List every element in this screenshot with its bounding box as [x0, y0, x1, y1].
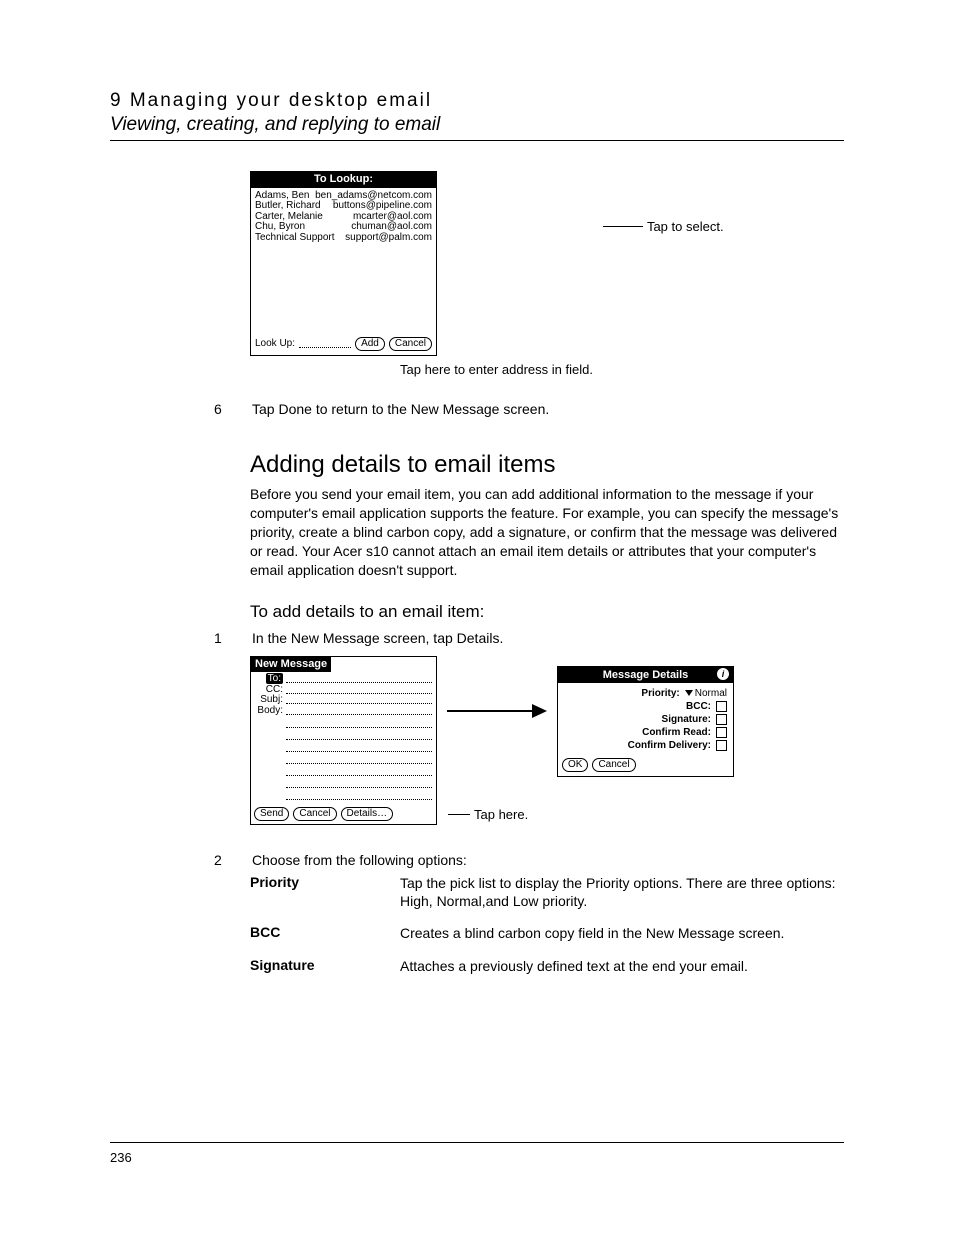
to-label: To:	[266, 673, 283, 684]
message-details-title: Message Details	[603, 669, 689, 681]
option-term: Priority	[250, 874, 380, 910]
section-paragraph: Before you send your email item, you can…	[250, 485, 844, 579]
bcc-label: BCC:	[686, 701, 711, 712]
option-term: Signature	[250, 957, 380, 975]
lookup-caption: Tap here to enter address in field.	[400, 362, 593, 377]
chapter-title: 9 Managing your desktop email	[110, 90, 844, 112]
contact-row[interactable]: Butler, Richardbuttons@pipeline.com	[255, 201, 432, 212]
contact-row[interactable]: Technical Supportsupport@palm.com	[255, 233, 432, 244]
body-line[interactable]	[286, 756, 432, 764]
step-text: Tap Done to return to the New Message sc…	[252, 401, 549, 417]
bcc-checkbox[interactable]	[716, 701, 727, 712]
new-message-title: New Message	[251, 657, 331, 673]
lookup-screen: To Lookup: Adams, Benben_adams@netcom.co…	[250, 171, 437, 356]
body-line[interactable]	[286, 732, 432, 740]
ok-button[interactable]: OK	[562, 758, 588, 772]
tap-to-select-callout: Tap to select.	[603, 219, 724, 234]
step-text: Choose from the following options:	[252, 852, 467, 868]
option-def: Tap the pick list to display the Priorit…	[400, 874, 844, 910]
option-term: BCC	[250, 924, 380, 942]
step-number: 1	[214, 630, 226, 646]
cc-field[interactable]	[286, 686, 432, 694]
lookup-input[interactable]	[299, 340, 351, 348]
step-text: In the New Message screen, tap Details.	[252, 630, 503, 646]
page-number: 236	[110, 1150, 132, 1165]
header-rule	[110, 140, 844, 141]
contact-row[interactable]: Chu, Byronchuman@aol.com	[255, 222, 432, 233]
body-line[interactable]	[286, 780, 432, 788]
body-line[interactable]	[286, 792, 432, 800]
step-number: 2	[214, 852, 226, 868]
body-line[interactable]	[286, 744, 432, 752]
cancel-button[interactable]: Cancel	[389, 337, 432, 351]
step-number: 6	[214, 401, 226, 417]
body-line[interactable]	[286, 768, 432, 776]
details-button[interactable]: Details…	[341, 807, 394, 821]
subj-label: Subj:	[255, 695, 283, 706]
tap-here-callout: Tap here.	[448, 807, 844, 822]
confirm-read-label: Confirm Read:	[642, 727, 711, 738]
body-label: Body:	[255, 706, 283, 717]
send-button[interactable]: Send	[254, 807, 289, 821]
confirm-read-checkbox[interactable]	[716, 727, 727, 738]
arrow-icon	[447, 696, 547, 726]
chevron-down-icon	[685, 690, 693, 696]
section-heading: Adding details to email items	[250, 451, 844, 479]
confirm-delivery-checkbox[interactable]	[716, 740, 727, 751]
new-message-screen: New Message To: CC: Subj: Body:	[250, 656, 437, 826]
message-details-screen: Message Details i Priority: Normal BCC: …	[557, 666, 734, 777]
cancel-button[interactable]: Cancel	[592, 758, 635, 772]
priority-picker[interactable]: Normal	[685, 688, 727, 699]
option-def: Attaches a previously defined text at th…	[400, 957, 844, 975]
lookup-title: To Lookup:	[251, 172, 436, 188]
priority-label: Priority:	[641, 688, 679, 699]
confirm-delivery-label: Confirm Delivery:	[628, 740, 711, 751]
info-icon[interactable]: i	[717, 668, 729, 680]
add-button[interactable]: Add	[355, 337, 385, 351]
cancel-button[interactable]: Cancel	[293, 807, 336, 821]
lookup-label: Look Up:	[255, 339, 295, 350]
signature-checkbox[interactable]	[716, 714, 727, 725]
body-field[interactable]	[286, 707, 432, 715]
footer-rule	[110, 1142, 844, 1143]
signature-label: Signature:	[662, 714, 711, 725]
option-def: Creates a blind carbon copy field in the…	[400, 924, 844, 942]
body-line[interactable]	[286, 720, 432, 728]
chapter-subtitle: Viewing, creating, and replying to email	[110, 114, 844, 136]
subsection-heading: To add details to an email item:	[250, 602, 844, 622]
subj-field[interactable]	[286, 696, 432, 704]
to-field[interactable]	[286, 675, 432, 683]
